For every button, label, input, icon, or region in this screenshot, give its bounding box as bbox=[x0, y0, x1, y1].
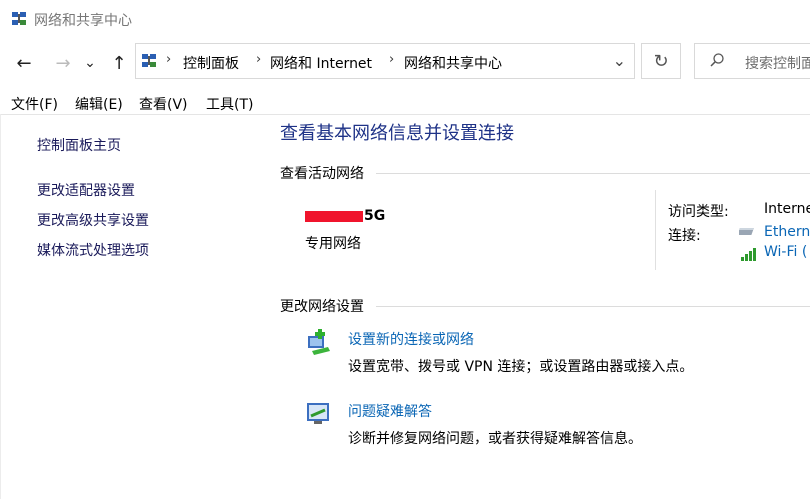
title-bar: 网络和共享中心 bbox=[0, 0, 810, 38]
network-name: 5G bbox=[305, 208, 385, 224]
menu-bar: 文件(F) 编辑(E) 查看(V) 工具(T) bbox=[0, 90, 810, 115]
menu-file[interactable]: 文件(F) bbox=[11, 94, 58, 114]
main-content: 查看基本网络信息并设置连接 查看活动网络 5G 专用网络 访问类型: Inter… bbox=[270, 115, 810, 499]
breadcrumb-network-sharing-center[interactable]: 网络和共享中心 bbox=[404, 53, 502, 73]
breadcrumb-network-internet[interactable]: 网络和 Internet bbox=[270, 53, 372, 73]
chevron-down-icon: ⌄ bbox=[84, 55, 96, 71]
sidebar: 控制面板主页 更改适配器设置 更改高级共享设置 媒体流式处理选项 bbox=[0, 115, 270, 499]
address-bar[interactable]: › 控制面板 › 网络和 Internet › 网络和共享中心 ⌄ bbox=[135, 43, 635, 79]
access-type-label: 访问类型: bbox=[668, 204, 729, 220]
redaction-mark bbox=[305, 210, 363, 222]
network-center-icon bbox=[12, 12, 26, 25]
ethernet-icon bbox=[739, 228, 754, 235]
forward-arrow-icon: → bbox=[55, 52, 71, 74]
search-input[interactable]: 搜索控制面 bbox=[694, 43, 810, 79]
section-divider bbox=[376, 306, 810, 307]
window-title: 网络和共享中心 bbox=[34, 13, 132, 29]
ethernet-connection-link[interactable]: Ethern bbox=[764, 224, 810, 240]
network-category[interactable]: 专用网络 bbox=[305, 233, 361, 253]
troubleshoot-icon bbox=[307, 403, 329, 424]
setup-new-connection-link[interactable]: 设置新的连接或网络 bbox=[348, 329, 474, 349]
connections-label: 连接: bbox=[668, 228, 701, 244]
troubleshoot-problems-description: 诊断并修复网络问题，或者获得疑难解答信息。 bbox=[348, 431, 642, 447]
setup-new-connection-description: 设置宽带、拨号或 VPN 连接；或设置路由器或接入点。 bbox=[348, 359, 694, 375]
breadcrumb-control-panel[interactable]: 控制面板 bbox=[183, 53, 239, 73]
breadcrumb-separator-icon: › bbox=[256, 52, 262, 67]
troubleshoot-problems-link[interactable]: 问题疑难解答 bbox=[348, 401, 432, 421]
back-button[interactable]: ← bbox=[11, 49, 37, 77]
sidebar-change-advanced-sharing[interactable]: 更改高级共享设置 bbox=[37, 210, 149, 230]
sidebar-change-adapter-settings[interactable]: 更改适配器设置 bbox=[37, 180, 135, 200]
refresh-icon: ↻ bbox=[653, 50, 669, 72]
access-type-value: Interne bbox=[764, 201, 810, 217]
up-button[interactable]: ↑ bbox=[106, 49, 132, 77]
page-title: 查看基本网络信息并设置连接 bbox=[280, 123, 514, 144]
active-networks-heading: 查看活动网络 bbox=[280, 166, 364, 182]
network-info-divider bbox=[655, 190, 656, 270]
recent-locations-button[interactable]: ⌄ bbox=[80, 49, 100, 77]
wifi-signal-icon bbox=[741, 248, 756, 261]
search-icon bbox=[710, 53, 724, 67]
new-connection-icon bbox=[308, 329, 330, 355]
up-arrow-icon: ↑ bbox=[111, 52, 127, 74]
breadcrumb-separator-icon: › bbox=[166, 52, 172, 67]
menu-tools[interactable]: 工具(T) bbox=[206, 94, 253, 114]
control-panel-icon bbox=[142, 54, 156, 67]
section-divider bbox=[376, 173, 810, 174]
menu-view[interactable]: 查看(V) bbox=[139, 94, 188, 114]
sidebar-media-streaming-options[interactable]: 媒体流式处理选项 bbox=[37, 240, 149, 260]
search-placeholder: 搜索控制面 bbox=[745, 56, 810, 72]
address-dropdown-icon[interactable]: ⌄ bbox=[613, 51, 626, 70]
change-settings-heading: 更改网络设置 bbox=[280, 299, 364, 315]
navigation-bar: ← → ⌄ ↑ › 控制面板 › 网络和 Internet › 网络和共享中心 … bbox=[0, 40, 810, 86]
refresh-button[interactable]: ↻ bbox=[641, 43, 681, 79]
sidebar-control-panel-home[interactable]: 控制面板主页 bbox=[37, 135, 121, 155]
back-arrow-icon: ← bbox=[16, 52, 32, 74]
breadcrumb-separator-icon: › bbox=[389, 52, 395, 67]
wifi-connection-link[interactable]: Wi-Fi ( bbox=[764, 244, 807, 260]
menu-edit[interactable]: 编辑(E) bbox=[75, 94, 123, 114]
forward-button[interactable]: → bbox=[50, 49, 76, 77]
